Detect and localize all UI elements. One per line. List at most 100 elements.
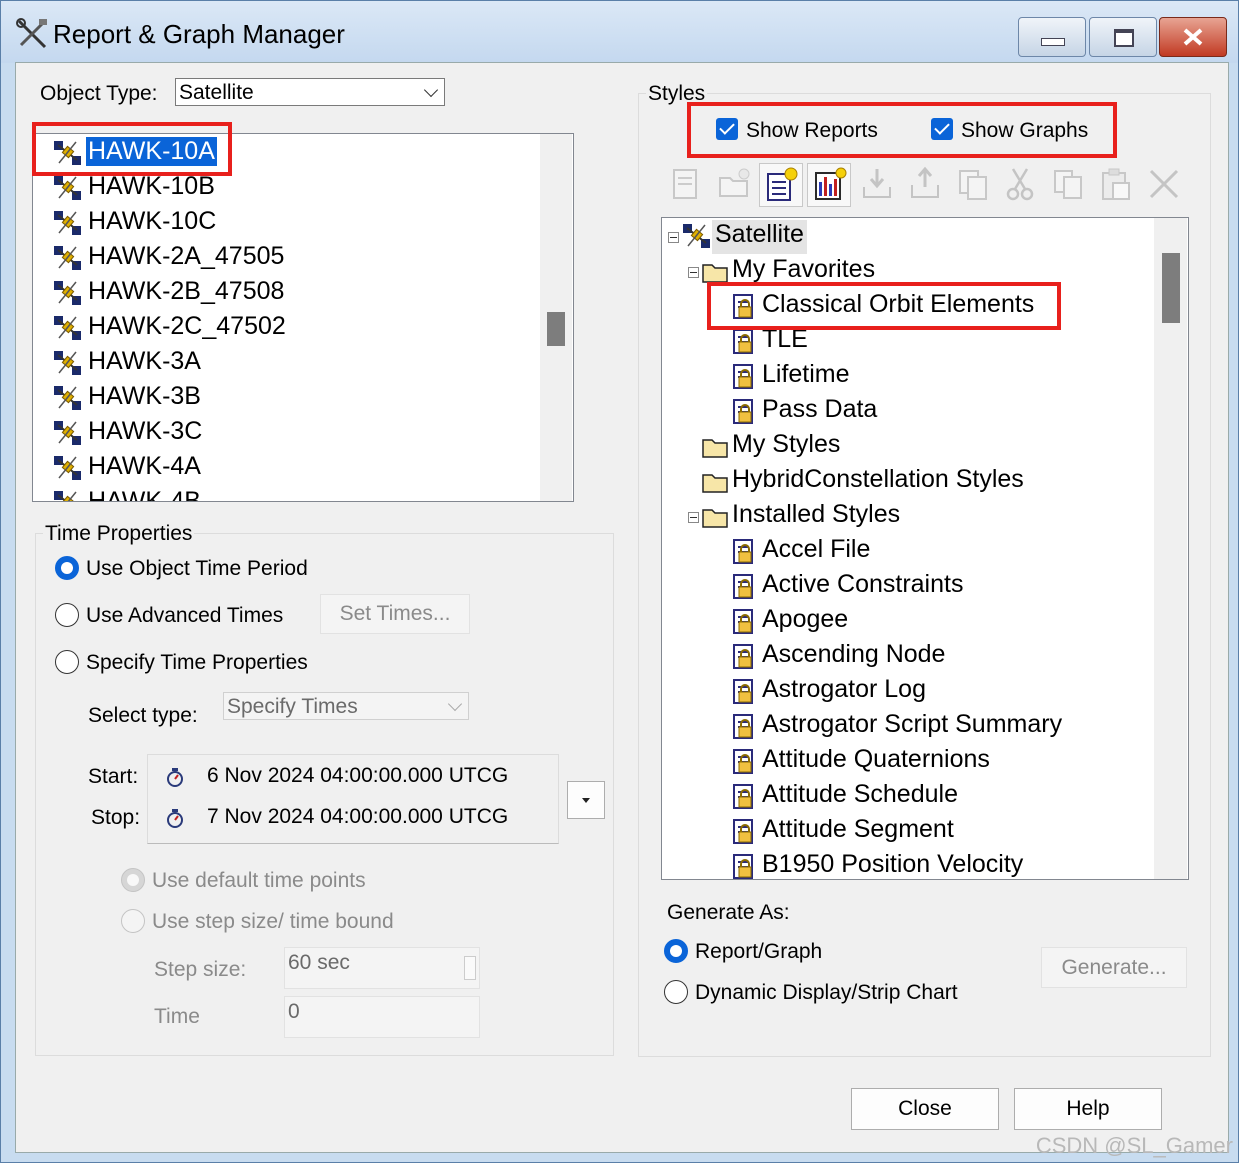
set-times-button[interactable]: Set Times... xyxy=(320,594,470,634)
use-default-time-points-radio[interactable] xyxy=(121,868,145,892)
time-value: 0 xyxy=(288,1000,300,1023)
folder-icon xyxy=(702,436,728,458)
report-style-icon xyxy=(732,747,756,775)
tree-folder[interactable]: HybridConstellation Styles xyxy=(732,465,1024,499)
tree-root[interactable]: Satellite xyxy=(712,220,807,254)
maximize-button[interactable] xyxy=(1089,17,1157,57)
delete-icon[interactable] xyxy=(1143,163,1185,205)
title-bar: Report & Graph Manager xyxy=(1,1,1238,63)
time-label: Time xyxy=(154,1005,200,1028)
step-size-input[interactable]: 60 sec xyxy=(284,947,480,989)
scroll-thumb[interactable] xyxy=(1162,253,1180,323)
dynamic-display-radio[interactable] xyxy=(664,980,688,1004)
tools-icon xyxy=(16,18,47,49)
tree-style-item[interactable]: Accel File xyxy=(762,535,870,569)
time-properties-label: Time Properties xyxy=(43,522,195,546)
close-button[interactable]: Close xyxy=(851,1088,999,1130)
scroll-thumb[interactable] xyxy=(547,312,565,346)
tree-style-item[interactable]: Attitude Schedule xyxy=(762,780,958,814)
use-advanced-times-radio[interactable] xyxy=(55,603,79,627)
object-list[interactable]: HAWK-10A HAWK-10B HAWK-10C HAWK-2A_47505 HAW… xyxy=(32,133,574,502)
use-object-time-label: Use Object Time Period xyxy=(86,557,308,580)
object-name: HAWK-2A_47505 xyxy=(88,242,285,270)
tree-folder[interactable]: My Styles xyxy=(732,430,840,464)
new-graph-style-icon[interactable] xyxy=(807,163,851,207)
report-style-icon xyxy=(732,782,756,810)
report-style-icon xyxy=(732,852,756,879)
specify-time-properties-radio[interactable] xyxy=(55,650,79,674)
tree-style-item[interactable]: B1950 Position Velocity xyxy=(762,850,1023,879)
styles-tree-scrollbar[interactable] xyxy=(1154,218,1187,879)
time-input[interactable]: 0 xyxy=(284,996,480,1038)
collapse-toggle[interactable] xyxy=(688,267,699,278)
close-icon xyxy=(1183,28,1203,46)
spinner-icon xyxy=(464,956,476,980)
report-style-icon xyxy=(732,537,756,565)
paste-icon[interactable] xyxy=(1095,163,1137,205)
satellite-icon xyxy=(53,314,83,342)
report-graph-radio[interactable] xyxy=(664,939,688,963)
start-time-value[interactable]: 6 Nov 2024 04:00:00.000 UTCG xyxy=(207,764,508,788)
stop-label: Stop: xyxy=(91,806,141,829)
report-style-icon xyxy=(732,327,756,355)
cut-icon[interactable] xyxy=(999,163,1041,205)
object-name: HAWK-2B_47508 xyxy=(88,277,285,305)
duplicate-icon[interactable] xyxy=(952,163,994,205)
import-icon[interactable] xyxy=(856,163,898,205)
tree-folder[interactable]: Installed Styles xyxy=(732,500,900,534)
satellite-icon xyxy=(53,279,83,307)
folder-icon xyxy=(702,471,728,493)
stop-time-value[interactable]: 7 Nov 2024 04:00:00.000 UTCG xyxy=(207,805,508,829)
start-label: Start: xyxy=(88,765,139,788)
tree-style-item[interactable]: Astrogator Log xyxy=(762,675,926,709)
help-button[interactable]: Help xyxy=(1014,1088,1162,1130)
stopwatch-icon xyxy=(167,809,183,828)
tree-style-item[interactable]: Pass Data xyxy=(762,395,877,429)
time-dropdown-button[interactable] xyxy=(567,781,605,819)
tree-style-item[interactable]: Attitude Segment xyxy=(762,815,954,849)
satellite-icon xyxy=(53,349,83,377)
tree-style-item[interactable]: Ascending Node xyxy=(762,640,945,674)
close-window-button[interactable] xyxy=(1159,17,1227,57)
collapse-toggle[interactable] xyxy=(668,232,679,243)
use-object-time-radio[interactable] xyxy=(55,556,79,580)
report-style-icon xyxy=(732,572,756,600)
chevron-down-icon xyxy=(447,696,463,712)
new-folder-icon[interactable] xyxy=(713,163,755,205)
object-name: HAWK-10B xyxy=(88,172,215,200)
report-style-icon xyxy=(732,362,756,390)
generate-button[interactable]: Generate... xyxy=(1041,947,1187,988)
folder-icon xyxy=(702,506,728,528)
copy-icon[interactable] xyxy=(1047,163,1089,205)
tree-style-item[interactable]: Apogee xyxy=(762,605,848,639)
object-list-scrollbar[interactable] xyxy=(540,134,572,501)
stopwatch-icon xyxy=(167,768,183,787)
tree-style-item[interactable]: Lifetime xyxy=(762,360,850,394)
object-name: HAWK-2C_47502 xyxy=(88,312,286,340)
export-icon[interactable] xyxy=(904,163,946,205)
tree-style-item[interactable]: Attitude Quaternions xyxy=(762,745,990,779)
specify-time-properties-label: Specify Time Properties xyxy=(86,651,308,674)
tree-style-item[interactable]: Astrogator Script Summary xyxy=(762,710,1062,744)
object-type-select[interactable]: Satellite xyxy=(175,78,445,106)
tree-style-item[interactable]: TLE xyxy=(762,325,808,359)
new-report-icon[interactable] xyxy=(665,163,707,205)
object-name: HAWK-4A xyxy=(88,452,201,480)
satellite-icon xyxy=(53,174,83,202)
highlight-box-classical-orbit-elements xyxy=(707,282,1061,330)
use-step-size-radio[interactable] xyxy=(121,909,145,933)
generate-as-label: Generate As: xyxy=(667,901,790,924)
step-size-label: Step size: xyxy=(154,958,247,981)
tree-style-item[interactable]: Active Constraints xyxy=(762,570,963,604)
object-name: HAWK-10C xyxy=(88,207,217,235)
satellite-icon xyxy=(682,222,710,250)
satellite-icon xyxy=(53,244,83,272)
new-report-style-icon[interactable] xyxy=(759,163,803,207)
satellite-icon xyxy=(53,209,83,237)
select-type-select[interactable]: Specify Times xyxy=(223,692,469,720)
highlight-box-selected-object xyxy=(32,122,232,176)
dynamic-display-label: Dynamic Display/Strip Chart xyxy=(695,981,958,1004)
collapse-toggle[interactable] xyxy=(688,512,699,523)
minimize-button[interactable] xyxy=(1018,17,1086,57)
caret-down-icon xyxy=(582,798,590,803)
